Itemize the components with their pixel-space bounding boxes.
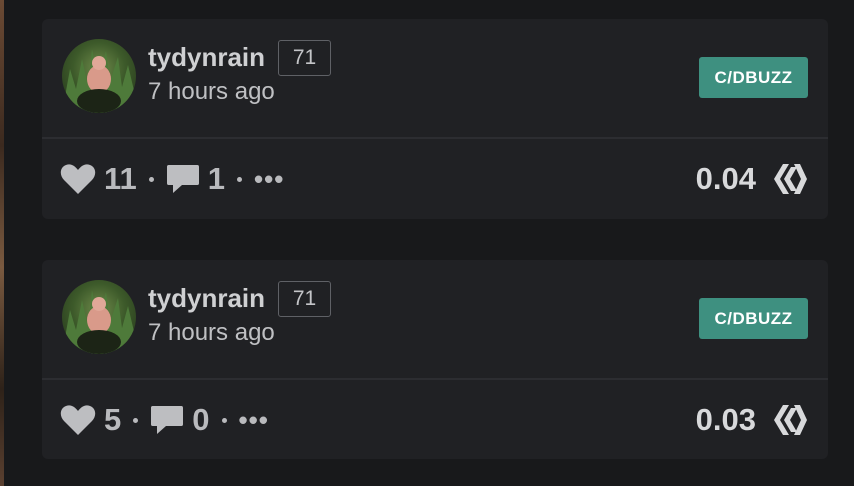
comment-icon[interactable] xyxy=(150,404,184,436)
separator-dot xyxy=(148,176,154,182)
separator-dot xyxy=(237,176,243,182)
hive-icon xyxy=(772,161,808,197)
author-name[interactable]: tydynrain xyxy=(148,283,265,313)
comment-icon[interactable] xyxy=(166,163,200,195)
more-icon[interactable]: ••• xyxy=(239,405,269,436)
community-tag[interactable]: C/DBUZZ xyxy=(699,298,808,339)
avatar[interactable] xyxy=(62,39,136,113)
post-header: tydynrain 71 7 hours ago C/DBUZZ xyxy=(42,19,828,137)
background-edge xyxy=(0,0,4,486)
post-stats: 5 0 ••• xyxy=(60,380,269,460)
community-tag[interactable]: C/DBUZZ xyxy=(699,57,808,98)
post-header: tydynrain 71 7 hours ago C/DBUZZ xyxy=(42,260,828,378)
hive-icon xyxy=(772,402,808,438)
payout-amount[interactable]: 0.03 xyxy=(696,380,756,460)
author-name[interactable]: tydynrain xyxy=(148,42,265,72)
separator-dot xyxy=(221,417,227,423)
post-time[interactable]: 7 hours ago xyxy=(148,77,275,107)
reputation-badge: 71 xyxy=(278,281,331,317)
like-count: 11 xyxy=(104,161,137,196)
comment-count: 1 xyxy=(207,161,226,196)
post-footer: 5 0 ••• 0.03 xyxy=(42,380,828,460)
comment-count: 0 xyxy=(192,402,210,437)
payout-amount[interactable]: 0.04 xyxy=(696,139,756,219)
separator-dot xyxy=(133,417,139,423)
heart-icon[interactable] xyxy=(60,163,96,195)
post-card[interactable]: tydynrain 71 7 hours ago C/DBUZZ 11 1 ••… xyxy=(42,19,828,219)
like-count: 5 xyxy=(104,402,122,437)
more-icon[interactable]: ••• xyxy=(254,164,284,195)
reputation-badge: 71 xyxy=(278,40,331,76)
heart-icon[interactable] xyxy=(60,404,96,436)
avatar[interactable] xyxy=(62,280,136,354)
post-stats: 11 1 ••• xyxy=(60,139,284,219)
post-footer: 11 1 ••• 0.04 xyxy=(42,139,828,219)
post-time[interactable]: 7 hours ago xyxy=(148,318,275,348)
post-card[interactable]: tydynrain 71 7 hours ago C/DBUZZ 5 0 •••… xyxy=(42,260,828,459)
